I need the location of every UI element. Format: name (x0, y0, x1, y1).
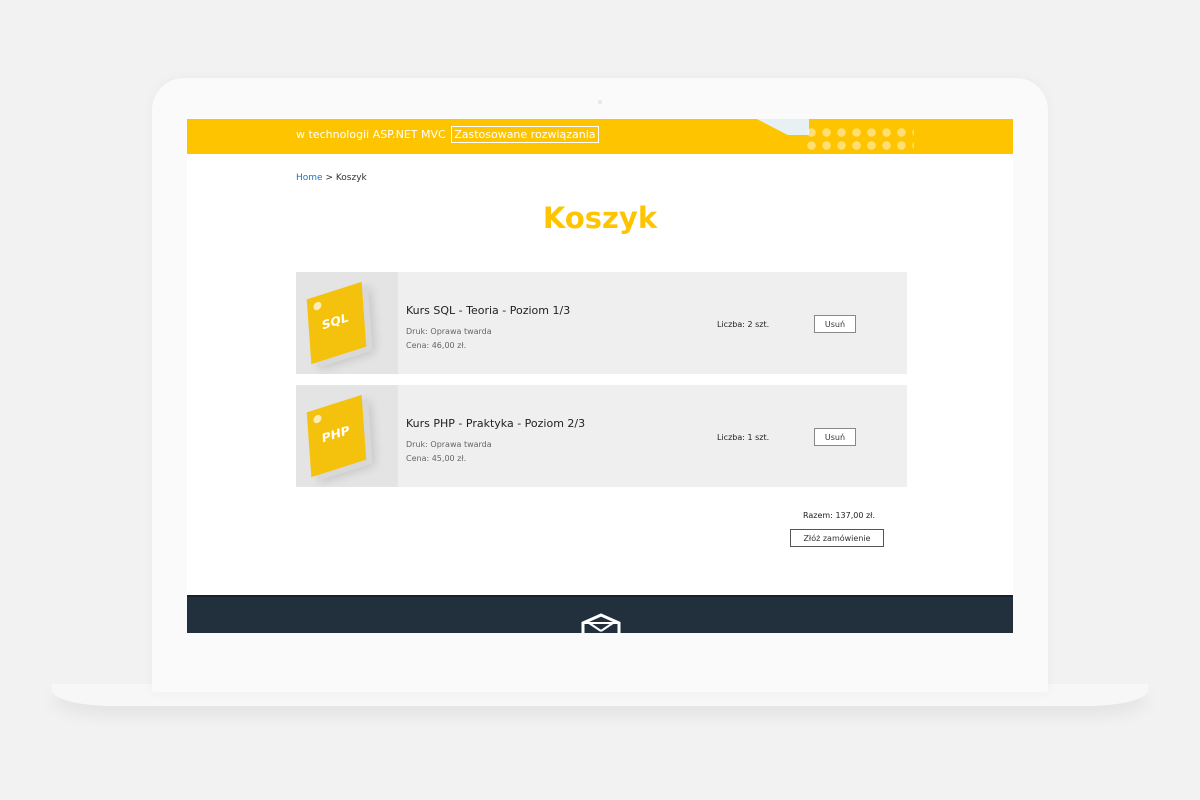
remove-button[interactable]: Usuń (814, 428, 856, 446)
product-image: PHP (296, 385, 398, 487)
breadcrumb-current: Koszyk (335, 173, 367, 183)
product-title: Kurs SQL - Teoria - Poziom 1/3 (406, 304, 571, 317)
site-footer (187, 595, 1013, 633)
product-price: Cena: 46,00 zł. (406, 341, 467, 350)
product-print-type: Druk: Oprawa twarda (406, 440, 492, 449)
book-cover-label: SQL (321, 310, 349, 333)
book-badge-icon (313, 300, 322, 312)
product-quantity: Liczba: 1 szt. (717, 433, 770, 442)
laptop-frame: w technologii ASP.NET MVC Zastosowane ro… (152, 78, 1048, 692)
banner-decoration-shape (753, 119, 809, 135)
banner-text: w technologii ASP.NET MVC Zastosowane ro… (296, 126, 599, 143)
browser-screen: w technologii ASP.NET MVC Zastosowane ro… (187, 119, 1013, 633)
cart-item: PHP Kurs PHP - Praktyka - Poziom 2/3 Dru… (296, 385, 907, 487)
book-badge-icon (313, 413, 322, 425)
breadcrumb-home-link[interactable]: Home (296, 173, 323, 183)
remove-button[interactable]: Usuń (814, 315, 856, 333)
product-details: Druk: Oprawa twarda Cena: 45,00 zł. (406, 438, 492, 466)
product-title: Kurs PHP - Praktyka - Poziom 2/3 (406, 417, 586, 430)
product-price: Cena: 45,00 zł. (406, 454, 467, 463)
book-cover-label: PHP (321, 422, 350, 446)
banner-tagline: w technologii ASP.NET MVC (296, 128, 446, 141)
breadcrumb-separator: > (322, 173, 336, 183)
book-cover: PHP (306, 394, 367, 478)
product-print-type: Druk: Oprawa twarda (406, 327, 492, 336)
banner-dot-pattern (804, 126, 914, 154)
breadcrumb: Home > Koszyk (296, 173, 367, 183)
cart-item: SQL Kurs SQL - Teoria - Poziom 1/3 Druk:… (296, 272, 907, 374)
page-title: Koszyk (542, 201, 658, 235)
book-cover: SQL (306, 281, 367, 365)
box-logo-icon (581, 613, 621, 633)
cart-total: Razem: 137,00 zł. (803, 511, 875, 520)
camera-dot (598, 100, 602, 104)
product-quantity: Liczba: 2 szt. (717, 320, 770, 329)
solutions-link[interactable]: Zastosowane rozwiązania (451, 126, 599, 143)
place-order-button[interactable]: Złóż zamówienie (790, 529, 884, 547)
product-image: SQL (296, 272, 398, 374)
top-banner: w technologii ASP.NET MVC Zastosowane ro… (187, 119, 1013, 154)
product-details: Druk: Oprawa twarda Cena: 46,00 zł. (406, 325, 492, 353)
cart-list: SQL Kurs SQL - Teoria - Poziom 1/3 Druk:… (296, 272, 907, 498)
